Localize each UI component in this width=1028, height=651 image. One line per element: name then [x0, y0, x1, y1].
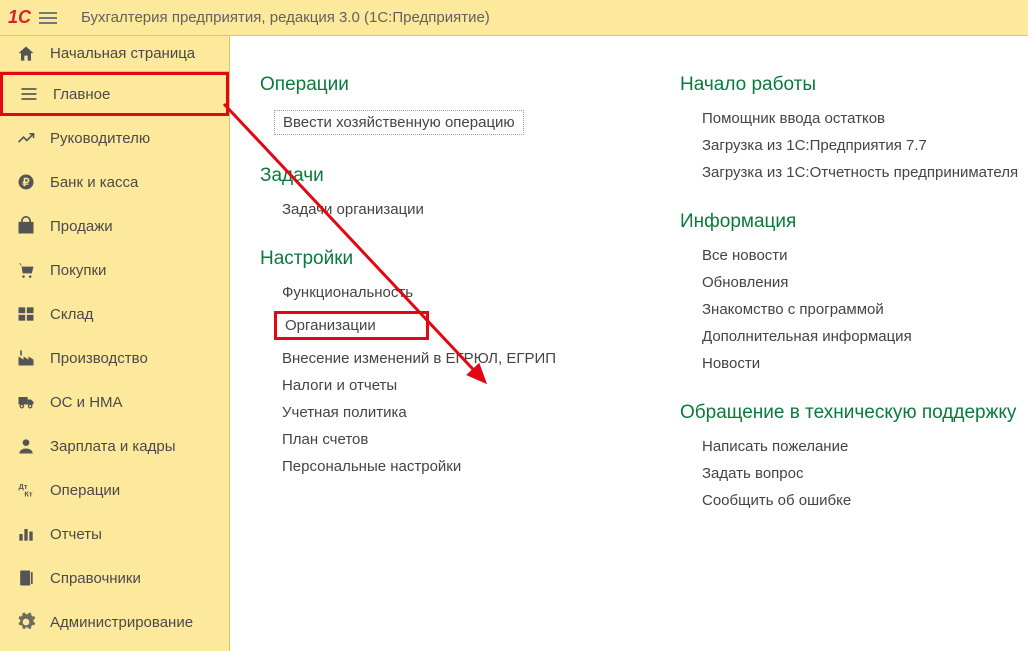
sidebar-item-label: ОС и НМА — [50, 394, 123, 411]
sidebar-item-0[interactable]: Главное — [0, 72, 229, 116]
section-title: Обращение в техническую поддержку — [680, 402, 1018, 424]
sidebar-item-label: Продажи — [50, 218, 113, 235]
svg-text:₽: ₽ — [23, 177, 30, 189]
sidebar-item-11[interactable]: Справочники — [0, 556, 229, 600]
sidebar-item-label: Операции — [50, 482, 120, 499]
sidebar-item-label: Руководителю — [50, 130, 150, 147]
section: Информация Все новости Обновления Знакомств… — [680, 211, 1018, 372]
content-link[interactable]: Помощник ввода остатков — [702, 110, 885, 127]
sidebar-item-2[interactable]: ₽ Банк и касса — [0, 160, 229, 204]
sidebar-item-7[interactable]: ОС и НМА — [0, 380, 229, 424]
content-link[interactable]: Организации — [274, 311, 429, 340]
sidebar-item-4[interactable]: Покупки — [0, 248, 229, 292]
content-link[interactable]: Задачи организации — [282, 201, 424, 218]
chart-icon — [16, 128, 36, 148]
truck-icon — [16, 392, 36, 412]
boxes-icon — [16, 304, 36, 324]
sidebar-item-label: Банк и касса — [50, 174, 138, 191]
content-link[interactable]: Написать пожелание — [702, 438, 848, 455]
section-title: Настройки — [260, 248, 620, 270]
hamburger-menu-icon[interactable] — [39, 7, 61, 29]
content-link[interactable]: Обновления — [702, 274, 788, 291]
sidebar-item-3[interactable]: Продажи — [0, 204, 229, 248]
gear-icon — [16, 612, 36, 632]
reference-icon — [16, 568, 36, 588]
section-title: Операции — [260, 74, 620, 96]
section-title: Начало работы — [680, 74, 1018, 96]
app-title: Бухгалтерия предприятия, редакция 3.0 (1… — [81, 9, 490, 26]
sidebar: Начальная страница Главное Руководителю ₽ Б… — [0, 36, 230, 651]
ruble-icon: ₽ — [16, 172, 36, 192]
reports-icon — [16, 524, 36, 544]
sidebar-item-12[interactable]: Администрирование — [0, 600, 229, 644]
sidebar-item-10[interactable]: Отчеты — [0, 512, 229, 556]
bag-icon — [16, 216, 36, 236]
sidebar-item-label: Справочники — [50, 570, 141, 587]
content-link[interactable]: Налоги и отчеты — [282, 377, 397, 394]
sidebar-item-1[interactable]: Руководителю — [0, 116, 229, 160]
svg-text:Кт: Кт — [24, 490, 33, 499]
section: Операции Ввести хозяйственную операцию — [260, 74, 620, 135]
start-page-link[interactable]: Начальная страница — [0, 36, 229, 72]
content-area: Операции Ввести хозяйственную операцию Зад… — [230, 36, 1028, 651]
content-link[interactable]: Функциональность — [282, 284, 413, 301]
sidebar-item-label: Зарплата и кадры — [50, 438, 176, 455]
content-link[interactable]: Учетная политика — [282, 404, 407, 421]
start-page-label: Начальная страница — [50, 45, 195, 62]
content-link[interactable]: Дополнительная информация — [702, 328, 912, 345]
sidebar-item-label: Администрирование — [50, 614, 193, 631]
factory-icon — [16, 348, 36, 368]
sidebar-item-label: Склад — [50, 306, 93, 323]
section: Обращение в техническую поддержку Написат… — [680, 402, 1018, 509]
section-title: Информация — [680, 211, 1018, 233]
section: Настройки Функциональность Организации Внес… — [260, 248, 620, 475]
sidebar-item-5[interactable]: Склад — [0, 292, 229, 336]
content-link[interactable]: Сообщить об ошибке — [702, 492, 851, 509]
content-link[interactable]: Внесение изменений в ЕГРЮЛ, ЕГРИП — [282, 350, 556, 367]
sidebar-item-6[interactable]: Производство — [0, 336, 229, 380]
content-link[interactable]: Все новости — [702, 247, 788, 264]
section: Начало работы Помощник ввода остатков Загр… — [680, 74, 1018, 181]
content-link[interactable]: Ввести хозяйственную операцию — [274, 110, 524, 135]
section: Задачи Задачи организации — [260, 165, 620, 218]
person-icon — [16, 436, 36, 456]
topbar: 1C Бухгалтерия предприятия, редакция 3.0… — [0, 0, 1028, 36]
content-link[interactable]: Персональные настройки — [282, 458, 461, 475]
sidebar-item-label: Производство — [50, 350, 148, 367]
section-title: Задачи — [260, 165, 620, 187]
sidebar-item-label: Главное — [53, 86, 110, 103]
content-link[interactable]: Загрузка из 1С:Отчетность предпринимател… — [702, 164, 1018, 181]
sidebar-item-9[interactable]: ДтКт Операции — [0, 468, 229, 512]
content-link[interactable]: План счетов — [282, 431, 368, 448]
content-link[interactable]: Задать вопрос — [702, 465, 803, 482]
operations-icon: ДтКт — [16, 480, 36, 500]
main-icon — [19, 84, 39, 104]
cart-icon — [16, 260, 36, 280]
logo-icon: 1C — [8, 7, 31, 28]
home-icon — [16, 44, 36, 64]
sidebar-item-label: Покупки — [50, 262, 106, 279]
sidebar-item-label: Отчеты — [50, 526, 102, 543]
sidebar-item-8[interactable]: Зарплата и кадры — [0, 424, 229, 468]
content-link[interactable]: Знакомство с программой — [702, 301, 884, 318]
content-link[interactable]: Новости — [702, 355, 760, 372]
content-link[interactable]: Загрузка из 1С:Предприятия 7.7 — [702, 137, 927, 154]
